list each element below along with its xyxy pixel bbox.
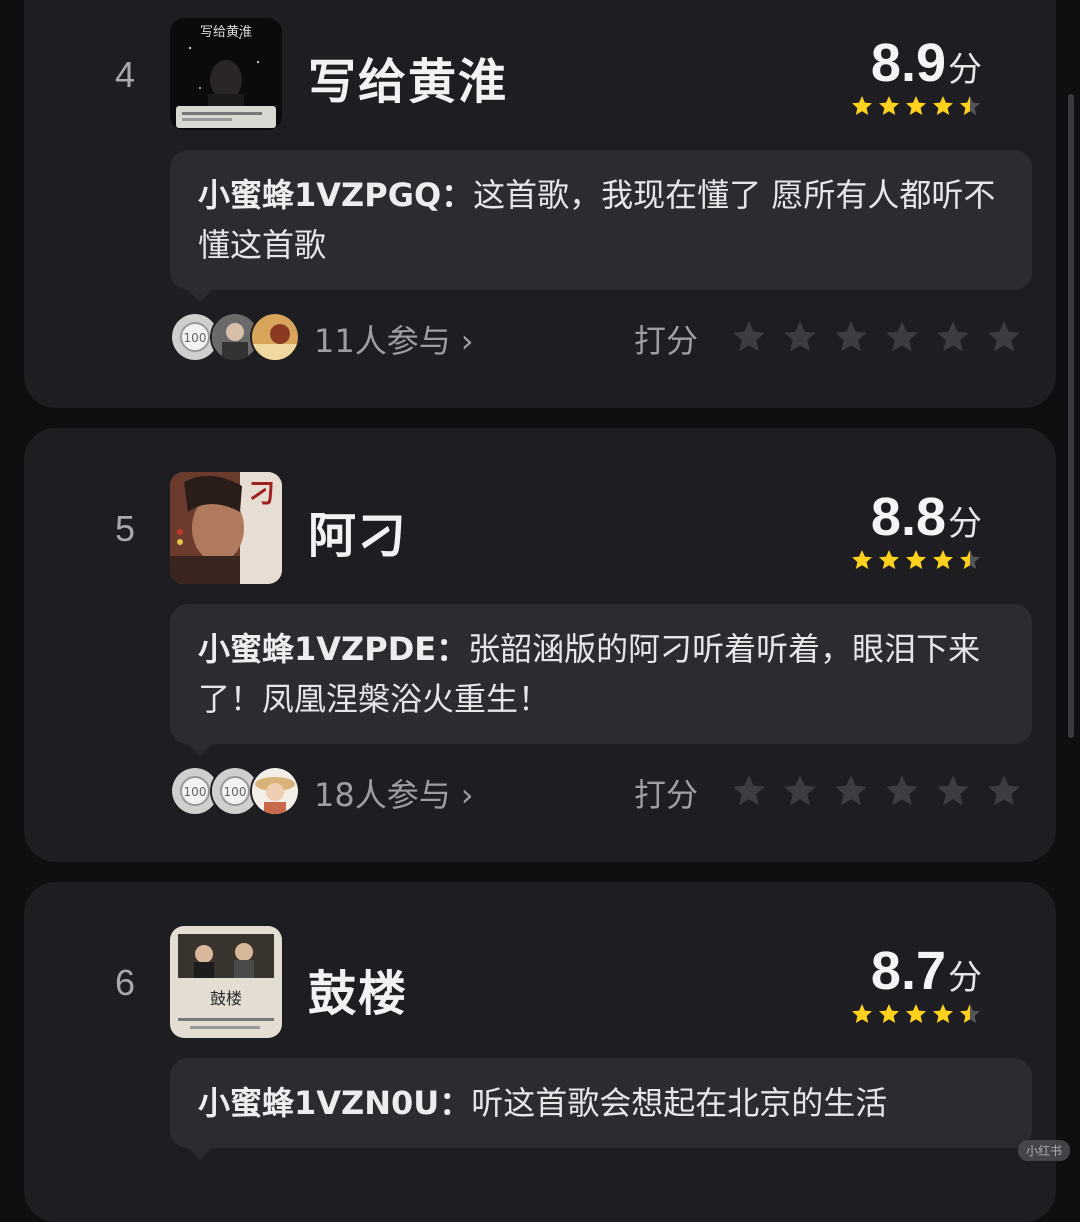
score-block: 8.9分 (762, 32, 982, 94)
score-unit: 分 (948, 958, 982, 998)
rank-number: 5 (114, 508, 136, 549)
star-icon[interactable] (934, 772, 972, 810)
participant-avatars[interactable]: 100 100 (170, 766, 300, 816)
svg-text:刁: 刁 (249, 479, 275, 509)
star-icon (852, 1004, 872, 1023)
score-value: 8.9 (870, 33, 946, 93)
star-icon[interactable] (985, 318, 1023, 356)
star-icon[interactable] (985, 772, 1023, 810)
star-icon[interactable] (730, 318, 768, 356)
comment-author[interactable]: 小蜜蜂1VZPDE： (198, 630, 468, 668)
song-card[interactable]: 6 鼓楼 鼓楼 8.7分 小蜜蜂1VZN0U：听这首歌会想起在北京的生活 (24, 882, 1056, 1222)
star-icon (933, 550, 953, 569)
score-unit: 分 (948, 50, 982, 90)
star-icon (933, 96, 953, 115)
star-icon[interactable] (832, 772, 870, 810)
chevron-right-icon: › (460, 322, 474, 360)
song-title[interactable]: 写给黄淮 (308, 42, 508, 112)
album-cover-art: 写给黄淮 (170, 18, 282, 130)
score-value: 8.7 (870, 941, 946, 1001)
svg-text:100: 100 (184, 331, 207, 345)
score-value: 8.8 (870, 487, 946, 547)
avatar (250, 312, 300, 362)
star-icon (879, 96, 899, 115)
rank-number: 6 (114, 962, 136, 1003)
participants-count: 18人参与 (314, 776, 451, 814)
star-icon[interactable] (883, 318, 921, 356)
song-title[interactable]: 阿刁 (308, 496, 408, 566)
star-icon[interactable] (781, 318, 819, 356)
star-icon[interactable] (781, 772, 819, 810)
svg-text:100: 100 (184, 785, 207, 799)
star-icon[interactable] (730, 772, 768, 810)
rate-label: 打分 (634, 776, 699, 814)
score-unit: 分 (948, 504, 982, 544)
star-icon (960, 96, 980, 115)
score-block: 8.7分 (762, 940, 982, 1002)
comment-bubble[interactable]: 小蜜蜂1VZPGQ：这首歌，我现在懂了 愿所有人都听不懂这首歌 (170, 150, 1032, 302)
comment-text: 听这首歌会想起在北京的生活 (471, 1084, 888, 1122)
star-icon (960, 550, 980, 569)
star-icon[interactable] (883, 772, 921, 810)
star-icon (852, 96, 872, 115)
participants-count: 11人参与 (314, 322, 451, 360)
album-cover[interactable]: 鼓楼 (170, 926, 282, 1038)
song-card[interactable]: 4 写给黄淮 写给黄淮 8.9分 小蜜蜂1VZPGQ：这首歌，我现在懂了 愿所有… (24, 0, 1056, 408)
album-cover[interactable]: 刁 (170, 472, 282, 584)
rating-input[interactable] (730, 772, 1023, 810)
average-stars (850, 94, 982, 118)
chevron-right-icon: › (460, 776, 474, 814)
album-cover-art: 刁 (170, 472, 282, 584)
star-icon (906, 550, 926, 569)
watermark-logo: 小红书 (1017, 1140, 1070, 1161)
rate-label: 打分 (634, 322, 699, 360)
album-cover-art: 鼓楼 (170, 926, 282, 1038)
star-icon (852, 550, 872, 569)
scrollbar[interactable] (1068, 94, 1074, 738)
star-icon[interactable] (934, 318, 972, 356)
participant-avatars[interactable]: 100 (170, 312, 300, 362)
comment-author[interactable]: 小蜜蜂1VZPGQ： (198, 176, 473, 214)
star-icon[interactable] (832, 318, 870, 356)
song-card[interactable]: 5 刁 阿刁 8.8分 小蜜蜂1VZPDE：张韶涵版的阿刁听着听着，眼泪下来了！… (24, 428, 1056, 862)
average-stars (850, 548, 982, 572)
comment-bubble[interactable]: 小蜜蜂1VZPDE：张韶涵版的阿刁听着听着，眼泪下来了！凤凰涅槃浴火重生！ (170, 604, 1032, 756)
avatar (250, 766, 300, 816)
svg-text:写给黄淮: 写给黄淮 (200, 25, 252, 40)
star-icon (960, 1004, 980, 1023)
participants-link[interactable]: 11人参与 › (314, 316, 474, 362)
rank-number: 4 (114, 54, 136, 95)
average-stars (850, 1002, 982, 1026)
star-icon (906, 96, 926, 115)
star-icon (879, 1004, 899, 1023)
star-icon (933, 1004, 953, 1023)
star-icon (879, 550, 899, 569)
svg-text:鼓楼: 鼓楼 (210, 989, 242, 1008)
participants-link[interactable]: 18人参与 › (314, 770, 474, 816)
comment-bubble[interactable]: 小蜜蜂1VZN0U：听这首歌会想起在北京的生活 (170, 1058, 1032, 1160)
song-ranking-list: 4 写给黄淮 写给黄淮 8.9分 小蜜蜂1VZPGQ：这首歌，我现在懂了 愿所有… (0, 0, 1080, 1222)
comment-author[interactable]: 小蜜蜂1VZN0U： (198, 1084, 471, 1122)
star-icon (906, 1004, 926, 1023)
rating-input[interactable] (730, 318, 1023, 356)
song-title[interactable]: 鼓楼 (308, 954, 408, 1024)
svg-text:100: 100 (224, 785, 247, 799)
score-block: 8.8分 (762, 486, 982, 548)
album-cover[interactable]: 写给黄淮 (170, 18, 282, 130)
